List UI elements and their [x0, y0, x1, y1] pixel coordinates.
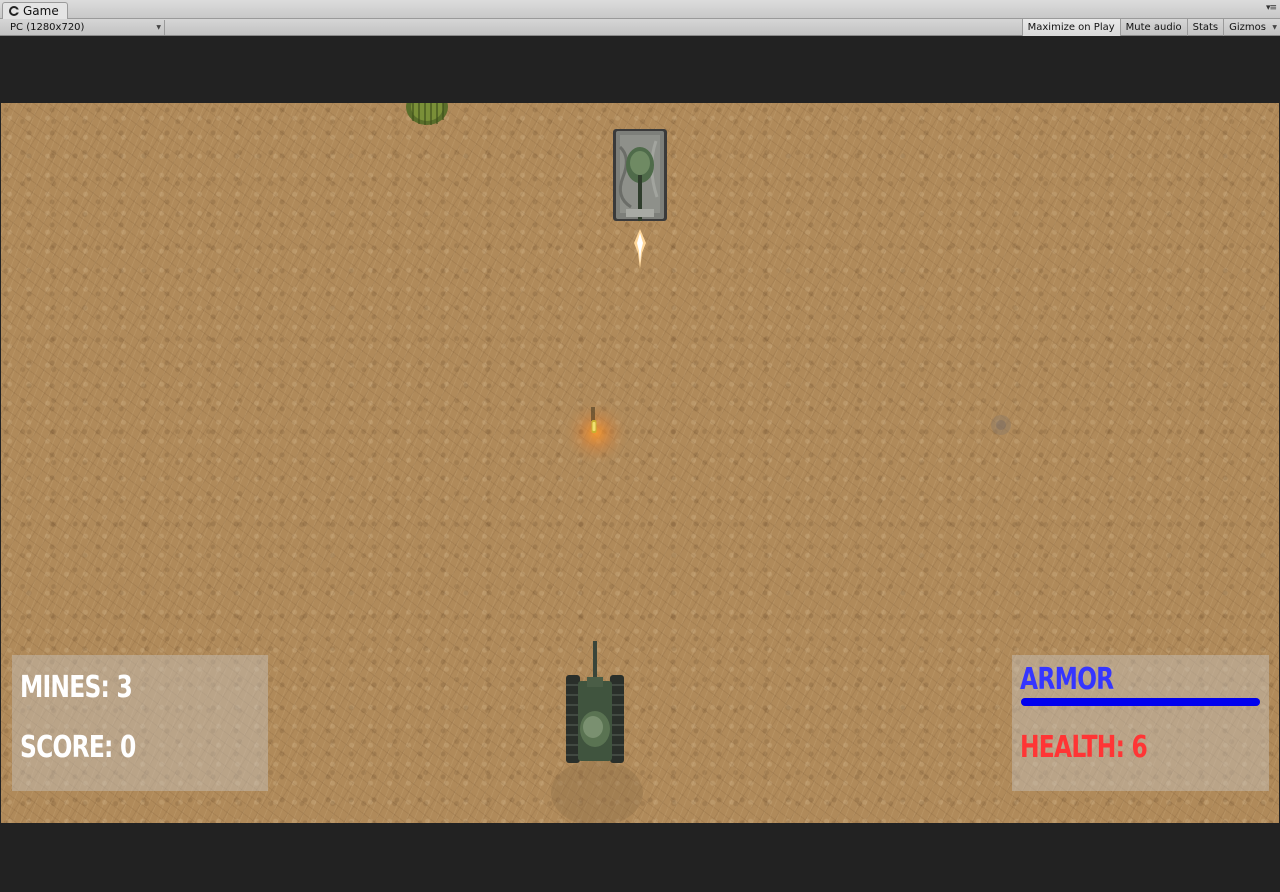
score-counter: SCORE: 0	[20, 730, 136, 765]
gizmos-dropdown[interactable]: Gizmos ▼	[1223, 19, 1280, 36]
armor-bar	[1021, 698, 1260, 706]
cactus-sprite	[406, 103, 448, 125]
game-tab[interactable]: Game	[2, 2, 68, 19]
game-view[interactable]: MINES: 3 SCORE: 0 ARMOR HEALTH: 6	[1, 103, 1279, 823]
player-tank-sprite	[566, 641, 624, 763]
armor-label: ARMOR	[1020, 662, 1114, 697]
aspect-ratio-dropdown[interactable]: PC (1280x720) ▼	[4, 20, 165, 35]
stats-toggle[interactable]: Stats	[1186, 19, 1224, 36]
tank-tracks-mark	[551, 760, 643, 823]
maximize-on-play-toggle[interactable]: Maximize on Play	[1021, 19, 1120, 36]
window-menu-icon[interactable]: ▾≡	[1266, 3, 1277, 13]
crater-mark	[991, 415, 1011, 435]
projectile-sprite	[562, 399, 630, 463]
game-tab-label: Game	[23, 4, 59, 18]
gizmos-label: Gizmos	[1229, 22, 1266, 33]
enemy-tank-sprite	[613, 129, 667, 221]
mute-audio-toggle[interactable]: Mute audio	[1119, 19, 1187, 36]
unity-logo-icon	[9, 6, 19, 16]
hud-stats-panel: MINES: 3 SCORE: 0	[12, 655, 268, 791]
health-counter: HEALTH: 6	[1020, 730, 1148, 765]
dropdown-arrow-icon: ▼	[1272, 24, 1277, 31]
aspect-ratio-label: PC (1280x720)	[10, 22, 85, 33]
editor-title-bar: Game ▾≡	[0, 0, 1280, 19]
mines-counter: MINES: 3	[20, 670, 133, 705]
dropdown-arrow-icon: ▼	[156, 24, 161, 31]
game-toolbar: PC (1280x720) ▼ Maximize on Play Mute au…	[0, 19, 1280, 36]
armor-bar-fill	[1021, 698, 1260, 706]
hud-status-panel: ARMOR HEALTH: 6	[1012, 655, 1269, 791]
muzzle-flash-sprite	[634, 229, 646, 269]
